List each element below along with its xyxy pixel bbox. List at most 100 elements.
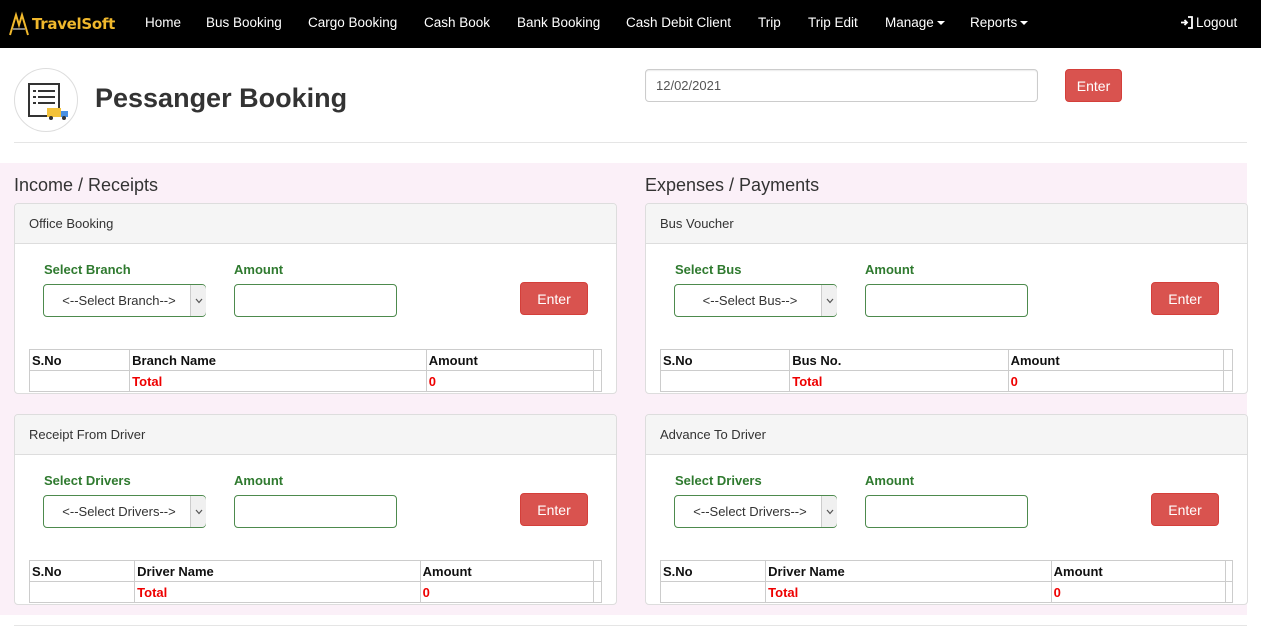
- col-driver-name: Driver Name: [765, 560, 1052, 582]
- bottom-divider: [14, 625, 1247, 626]
- amount-input[interactable]: [234, 495, 397, 528]
- table-header-row: S.No Bus No. Amount: [659, 349, 1234, 371]
- logout-label: Logout: [1196, 15, 1238, 30]
- advance-to-driver-panel: Advance To Driver Select Drivers Amount …: [645, 414, 1248, 605]
- panel-title: Office Booking: [15, 204, 616, 244]
- header-enter-button[interactable]: Enter: [1065, 69, 1122, 102]
- total-label: Total: [134, 581, 421, 603]
- driver-select[interactable]: <--Select Drivers-->: [674, 495, 837, 528]
- expenses-heading: Expenses / Payments: [645, 175, 820, 195]
- chevron-down-icon: [190, 285, 206, 316]
- amount-label: Amount: [234, 262, 284, 277]
- receipt-driver-table: S.No Driver Name Amount Total 0: [28, 560, 603, 603]
- col-amount: Amount: [425, 349, 594, 371]
- panel-title: Bus Voucher: [646, 204, 1247, 244]
- total-value: 0: [1050, 581, 1226, 603]
- page-title: Pessanger Booking: [95, 83, 348, 113]
- brand-name: TravelSoft: [32, 15, 116, 33]
- col-sno: S.No: [28, 349, 131, 371]
- chevron-down-icon: [190, 496, 206, 527]
- receipt-from-driver-panel: Receipt From Driver Select Drivers Amoun…: [14, 414, 617, 605]
- caret-down-icon: [936, 21, 945, 26]
- branch-select-value: <--Select Branch-->: [62, 293, 176, 308]
- top-navbar: TravelSoft Home Bus Booking Cargo Bookin…: [0, 0, 1261, 48]
- total-label: Total: [129, 370, 427, 392]
- nav-cargo-booking[interactable]: Cargo Booking: [308, 15, 397, 30]
- amount-label: Amount: [865, 262, 915, 277]
- table-header-row: S.No Driver Name Amount: [659, 560, 1234, 582]
- booking-document-icon: [14, 68, 78, 132]
- panel-title: Advance To Driver: [646, 415, 1247, 455]
- col-branch-name: Branch Name: [129, 349, 427, 371]
- advance-driver-table: S.No Driver Name Amount Total 0: [659, 560, 1234, 603]
- nav-trip-edit[interactable]: Trip Edit: [808, 15, 858, 30]
- col-blank: [592, 349, 603, 371]
- nav-trip[interactable]: Trip: [758, 15, 781, 30]
- total-value: 0: [1007, 370, 1224, 392]
- total-label: Total: [765, 581, 1052, 603]
- col-sno: S.No: [659, 349, 791, 371]
- table-total-row: Total 0: [28, 370, 603, 392]
- nav-bus-booking[interactable]: Bus Booking: [206, 15, 282, 30]
- nav-reports-label: Reports: [970, 15, 1018, 30]
- nav-cash-book[interactable]: Cash Book: [424, 15, 490, 30]
- table-header-row: S.No Driver Name Amount: [28, 560, 603, 582]
- col-blank: [1222, 349, 1234, 371]
- nav-cash-debit-client[interactable]: Cash Debit Client: [626, 15, 731, 30]
- panel-title: Receipt From Driver: [15, 415, 616, 455]
- total-sno-cell: [659, 370, 791, 392]
- amount-input[interactable]: [865, 495, 1028, 528]
- driver-select-value: <--Select Drivers-->: [62, 504, 176, 519]
- table-total-row: Total 0: [659, 581, 1234, 603]
- logo-icon: [9, 11, 29, 36]
- select-branch-label: Select Branch: [44, 262, 131, 277]
- bus-voucher-enter-button[interactable]: Enter: [1151, 282, 1219, 315]
- receipt-driver-enter-button[interactable]: Enter: [520, 493, 588, 526]
- total-label: Total: [789, 370, 1009, 392]
- bus-select[interactable]: <--Select Bus-->: [674, 284, 837, 317]
- total-blank-cell: [1224, 581, 1234, 603]
- amount-input[interactable]: [234, 284, 397, 317]
- nav-reports-dropdown[interactable]: Reports: [970, 15, 1029, 30]
- office-booking-table: S.No Branch Name Amount Total 0: [28, 349, 603, 392]
- brand-logo[interactable]: TravelSoft: [8, 10, 115, 38]
- total-sno-cell: [28, 581, 136, 603]
- col-bus-no: Bus No.: [789, 349, 1009, 371]
- total-value: 0: [425, 370, 594, 392]
- amount-label: Amount: [865, 473, 915, 488]
- divider: [14, 142, 1247, 143]
- caret-down-icon: [1020, 21, 1029, 26]
- nav-manage-dropdown[interactable]: Manage: [885, 15, 945, 30]
- amount-input[interactable]: [865, 284, 1028, 317]
- driver-select[interactable]: <--Select Drivers-->: [43, 495, 206, 528]
- col-amount: Amount: [1007, 349, 1224, 371]
- select-drivers-label: Select Drivers: [675, 473, 762, 488]
- income-heading: Income / Receipts: [14, 175, 159, 195]
- advance-driver-enter-button[interactable]: Enter: [1151, 493, 1219, 526]
- driver-select-value: <--Select Drivers-->: [693, 504, 807, 519]
- col-blank: [592, 560, 603, 582]
- table-header-row: S.No Branch Name Amount: [28, 349, 603, 371]
- col-sno: S.No: [659, 560, 767, 582]
- date-input[interactable]: [645, 69, 1038, 102]
- nav-home[interactable]: Home: [145, 15, 181, 30]
- logout-icon: [1181, 16, 1193, 29]
- branch-select[interactable]: <--Select Branch-->: [43, 284, 206, 317]
- nav-manage-label: Manage: [885, 15, 934, 30]
- office-booking-enter-button[interactable]: Enter: [520, 282, 588, 315]
- total-sno-cell: [28, 370, 131, 392]
- total-blank-cell: [592, 581, 603, 603]
- chevron-down-icon: [821, 496, 837, 527]
- nav-bank-booking[interactable]: Bank Booking: [517, 15, 600, 30]
- select-drivers-label: Select Drivers: [44, 473, 131, 488]
- bus-select-value: <--Select Bus-->: [702, 293, 798, 308]
- logout-link[interactable]: Logout: [1180, 15, 1237, 30]
- col-driver-name: Driver Name: [134, 560, 421, 582]
- total-blank-cell: [592, 370, 603, 392]
- total-sno-cell: [659, 581, 767, 603]
- col-sno: S.No: [28, 560, 136, 582]
- table-total-row: Total 0: [28, 581, 603, 603]
- bus-voucher-panel: Bus Voucher Select Bus Amount <--Select …: [645, 203, 1248, 394]
- total-value: 0: [419, 581, 594, 603]
- office-booking-panel: Office Booking Select Branch Amount <--S…: [14, 203, 617, 394]
